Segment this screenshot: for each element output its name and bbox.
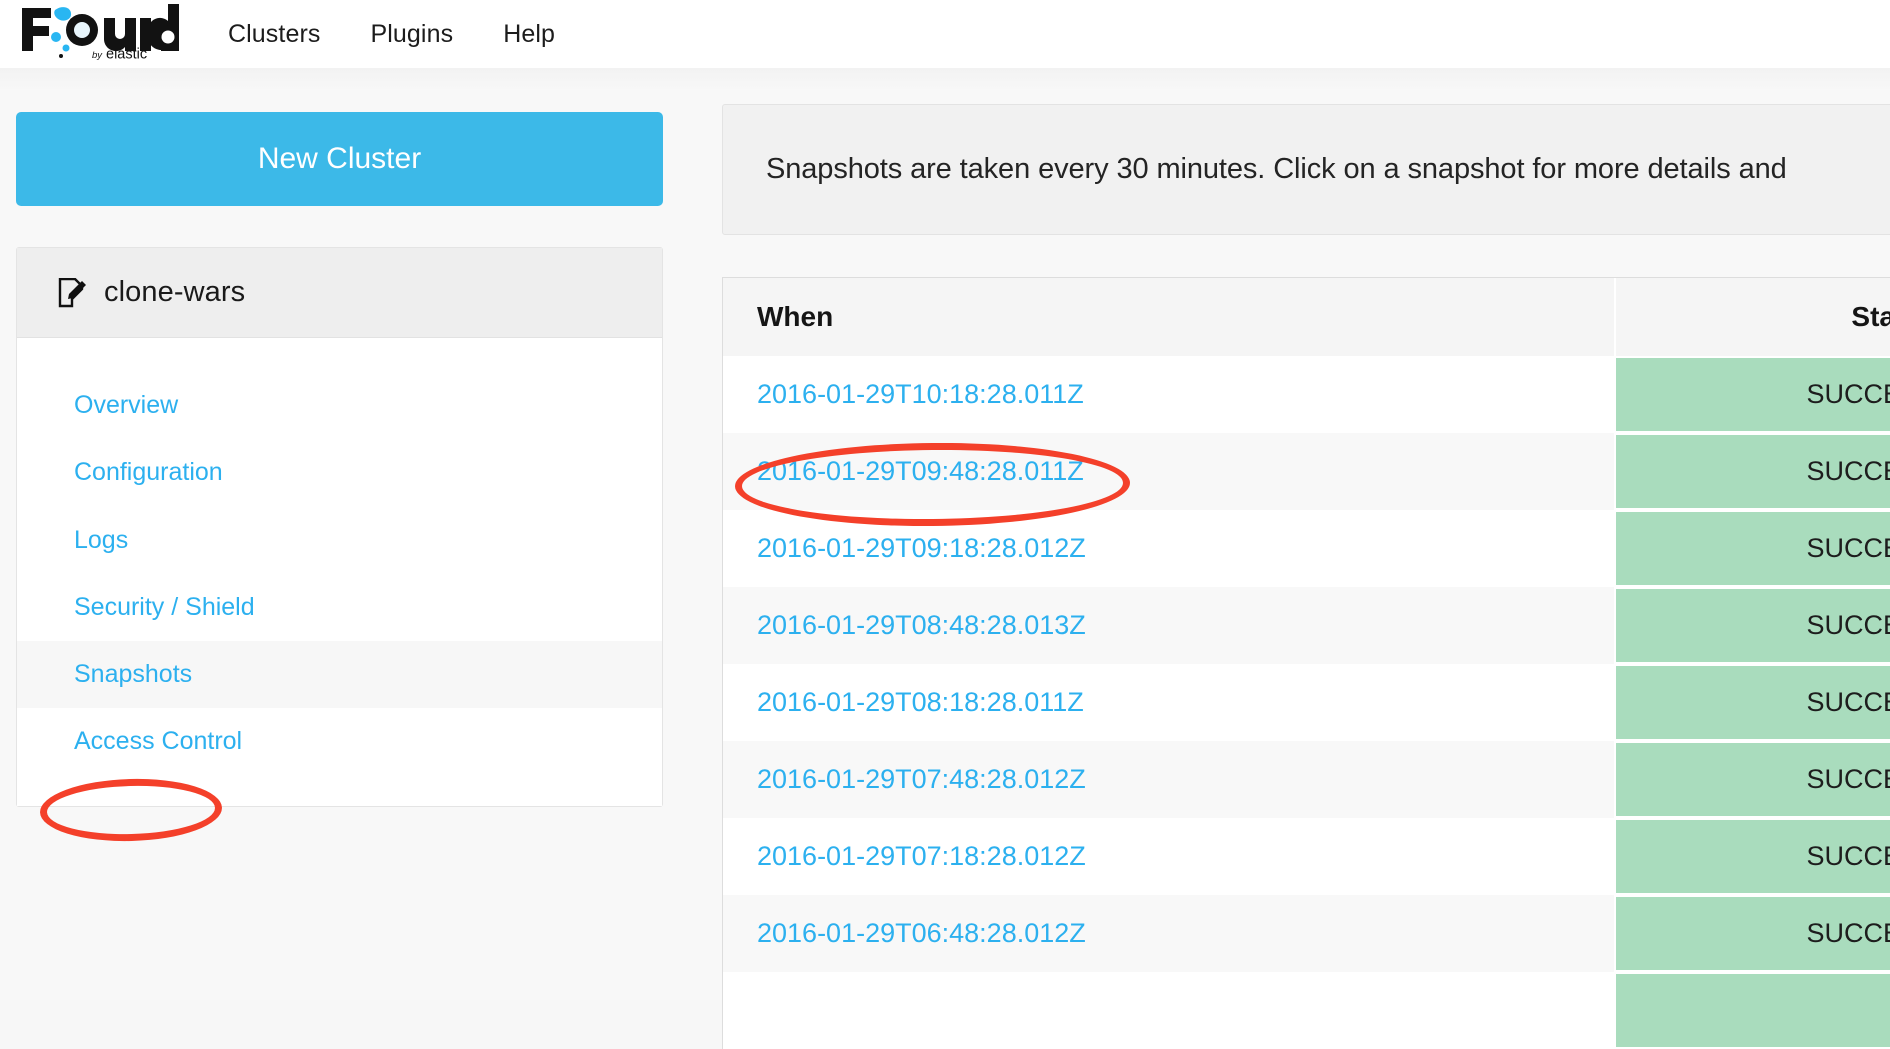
sidebar-item-overview[interactable]: Overview: [17, 372, 662, 439]
table-row[interactable]: 2016-01-29T08:48:28.013Z SUCCESS: [723, 587, 1890, 664]
new-cluster-button[interactable]: New Cluster: [16, 112, 663, 206]
snapshots-table-body: 2016-01-29T10:18:28.011ZSUCCESS2016-01-2…: [723, 356, 1890, 1049]
page-body: New Cluster clone-wars Overview Configur…: [0, 68, 1890, 1049]
cluster-panel: clone-wars Overview Configuration Logs S…: [16, 247, 663, 807]
snapshots-table: When Status 2016-01-29T10:18:28.011Z SUCC…: [723, 278, 1890, 1049]
table-row[interactable]: 2016-01-29T09:48:28.011Z SUCCESS: [723, 433, 1890, 510]
nav-link-plugins[interactable]: Plugins: [371, 20, 454, 49]
cell-when: 2016-01-29T08:48:28.013Z: [723, 587, 1616, 664]
status-badge: [1616, 972, 1890, 1049]
cell-when: 2016-01-29T07:48:28.012Z: [723, 741, 1616, 818]
nav-link-clusters[interactable]: Clusters: [228, 20, 321, 49]
snapshots-table-header: When Status: [723, 278, 1890, 356]
found-by-elastic-logo[interactable]: by elastic: [18, 2, 183, 63]
main-content: Snapshots are taken every 30 minutes. Cl…: [722, 104, 1890, 1049]
snapshots-table-container: When Status 2016-01-29T10:18:28.011Z SUCC…: [722, 277, 1890, 1049]
cell-when: [723, 972, 1616, 1049]
table-row[interactable]: 2016-01-29T09:18:28.012Z SUCCESS: [723, 510, 1890, 587]
snapshot-timestamp-link[interactable]: 2016-01-29T08:48:28.013Z: [757, 610, 1086, 640]
nav-link-help[interactable]: Help: [503, 20, 555, 49]
table-row[interactable]: 2016-01-29T06:48:28.012Z SUCCESS: [723, 895, 1890, 972]
snapshot-timestamp-link[interactable]: 2016-01-29T06:48:28.012Z: [757, 918, 1086, 948]
snapshots-info-banner: Snapshots are taken every 30 minutes. Cl…: [722, 104, 1890, 235]
status-badge: SUCCESS: [1616, 664, 1890, 741]
column-header-status[interactable]: Status: [1616, 278, 1890, 356]
table-header-row: When Status: [723, 278, 1890, 356]
status-badge: SUCCESS: [1616, 510, 1890, 587]
status-badge: SUCCESS: [1616, 818, 1890, 895]
status-badge: SUCCESS: [1616, 895, 1890, 972]
cell-when: 2016-01-29T09:18:28.012Z: [723, 510, 1616, 587]
sidebar-item-configuration[interactable]: Configuration: [17, 439, 662, 506]
status-badge: SUCCESS: [1616, 356, 1890, 433]
snapshot-timestamp-link[interactable]: 2016-01-29T07:48:28.012Z: [757, 764, 1086, 794]
cell-when: 2016-01-29T07:18:28.012Z: [723, 818, 1616, 895]
column-header-when[interactable]: When: [723, 278, 1616, 356]
sidebar-item-snapshots[interactable]: Snapshots: [17, 641, 662, 709]
table-row[interactable]: 2016-01-29T07:48:28.012Z SUCCESS: [723, 741, 1890, 818]
snapshot-timestamp-link[interactable]: 2016-01-29T09:18:28.012Z: [757, 533, 1086, 563]
cell-when: 2016-01-29T10:18:28.011Z: [723, 356, 1616, 433]
status-badge: SUCCESS: [1616, 587, 1890, 664]
primary-nav-links: Clusters Plugins Help: [228, 0, 555, 68]
status-badge: SUCCESS: [1616, 433, 1890, 510]
sidebar-item-security-shield[interactable]: Security / Shield: [17, 574, 662, 641]
sidebar-item-access-control[interactable]: Access Control: [17, 708, 662, 775]
snapshot-timestamp-link[interactable]: 2016-01-29T07:18:28.012Z: [757, 841, 1086, 871]
table-row[interactable]: 2016-01-29T10:18:28.011Z SUCCESS: [723, 356, 1890, 433]
cluster-name: clone-wars: [104, 276, 246, 308]
snapshot-timestamp-link[interactable]: 2016-01-29T10:18:28.011Z: [757, 379, 1084, 409]
snapshot-timestamp-link[interactable]: 2016-01-29T09:48:28.011Z: [757, 456, 1084, 486]
svg-text:by: by: [92, 50, 103, 60]
cell-when: 2016-01-29T09:48:28.011Z: [723, 433, 1616, 510]
snapshots-info-text: Snapshots are taken every 30 minutes. Cl…: [766, 153, 1787, 185]
snapshot-timestamp-link[interactable]: 2016-01-29T08:18:28.011Z: [757, 687, 1084, 717]
status-badge: SUCCESS: [1616, 741, 1890, 818]
table-row[interactable]: 2016-01-29T07:18:28.012Z SUCCESS: [723, 818, 1890, 895]
cell-when: 2016-01-29T08:18:28.011Z: [723, 664, 1616, 741]
top-navigation-bar: by elastic Clusters Plugins Help: [0, 0, 1890, 68]
sidebar: New Cluster clone-wars Overview Configur…: [16, 112, 663, 807]
cell-when: 2016-01-29T06:48:28.012Z: [723, 895, 1616, 972]
cluster-header[interactable]: clone-wars: [17, 248, 662, 338]
table-row[interactable]: 2016-01-29T08:18:28.011Z SUCCESS: [723, 664, 1890, 741]
svg-text:elastic: elastic: [106, 47, 147, 61]
edit-document-icon[interactable]: [58, 277, 86, 308]
table-row[interactable]: [723, 972, 1890, 1049]
cluster-nav-list: Overview Configuration Logs Security / S…: [17, 338, 662, 806]
sidebar-item-logs[interactable]: Logs: [17, 507, 662, 574]
